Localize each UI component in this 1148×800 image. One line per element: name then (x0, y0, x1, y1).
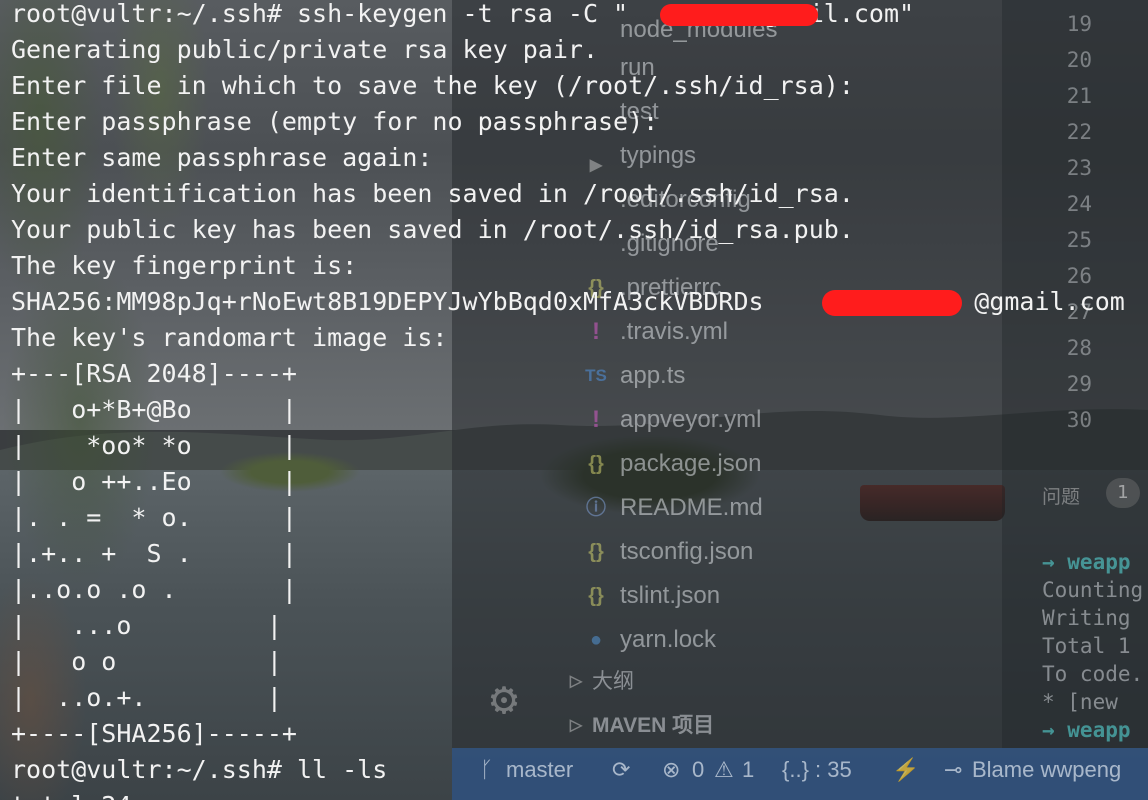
redaction-mark (660, 4, 818, 26)
terminal-line: Enter same passphrase again: (11, 143, 433, 172)
terminal-line: | o o | (11, 647, 282, 676)
terminal-line: | ..o.+. | (11, 683, 282, 712)
redaction-mark (822, 290, 962, 316)
terminal-line: Your public key has been saved in /root/… (11, 215, 854, 244)
terminal-line: Generating public/private rsa key pair. (11, 35, 598, 64)
terminal-line: total 24 (11, 788, 131, 800)
terminal-line: +----[SHA256]-----+ (11, 719, 297, 748)
terminal-output: root@vultr:~/.ssh# ssh-keygen -t rsa -C … (0, 0, 1148, 800)
terminal-line: +---[RSA 2048]----+ (11, 359, 297, 388)
terminal-line: Enter file in which to save the key (/ro… (11, 71, 854, 100)
terminal-line: The key fingerprint is: (11, 251, 358, 280)
terminal-line: |. . = * o. | (11, 503, 297, 532)
terminal-line: | o ++..Eo | (11, 467, 297, 496)
terminal-line: root@vultr:~/.ssh# ll -ls (11, 755, 388, 784)
terminal-line: | ...o | (11, 611, 282, 640)
terminal-line: Enter passphrase (empty for no passphras… (11, 107, 659, 136)
terminal-line: |.+.. + S . | (11, 539, 297, 568)
terminal-line: |..o.o .o . | (11, 575, 297, 604)
terminal-line: | *oo* *o | (11, 431, 297, 460)
terminal-line: | o+*B+@Bo | (11, 395, 297, 424)
terminal-line: The key's randomart image is: (11, 323, 448, 352)
terminal-line: Your identification has been saved in /r… (11, 179, 854, 208)
